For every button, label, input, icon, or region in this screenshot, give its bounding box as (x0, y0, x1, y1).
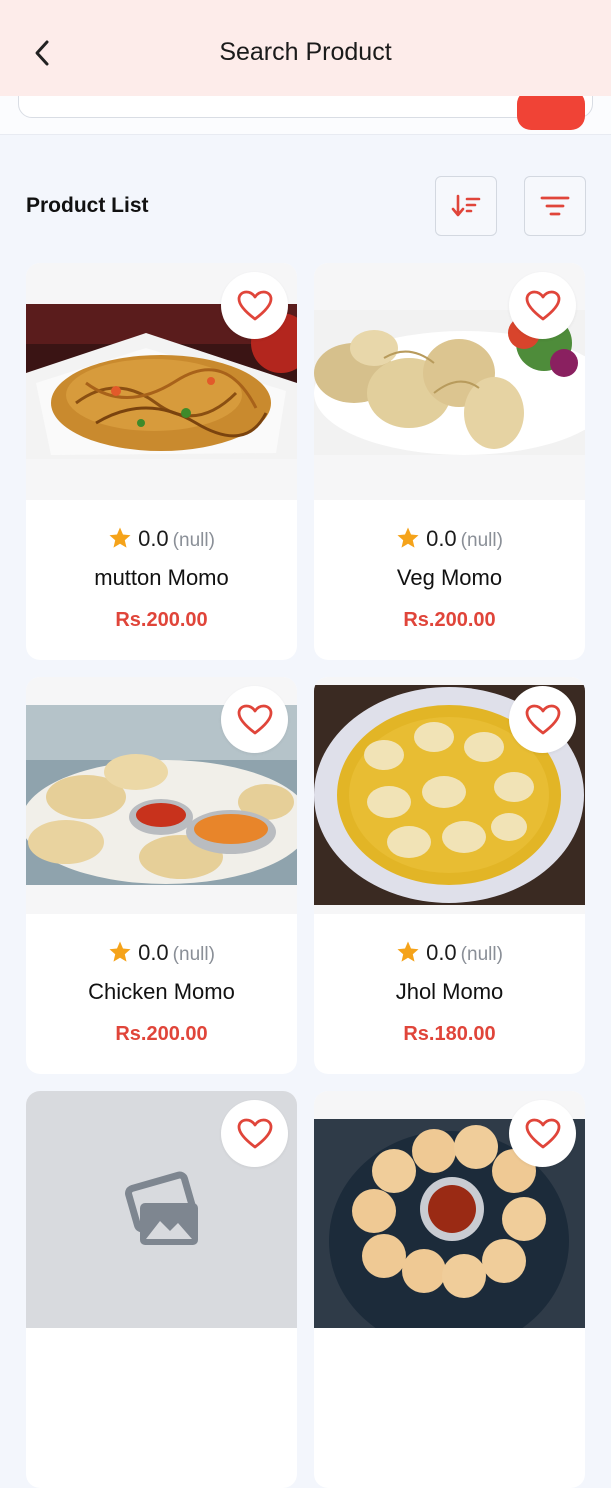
heart-icon (237, 704, 272, 734)
heart-icon (525, 704, 560, 734)
product-price: Rs.180.00 (403, 1023, 496, 1045)
product-name: Jhol Momo (395, 979, 504, 1004)
page-title: Search Product (219, 38, 392, 66)
favorite-button[interactable] (221, 686, 288, 753)
product-price: Rs.200.00 (115, 609, 208, 631)
star-icon (109, 941, 131, 962)
product-card[interactable]: 0.0 (null) Chicken Momo Rs.200.00 (26, 677, 297, 1074)
product-name: mutton Momo (94, 565, 229, 590)
star-icon (397, 941, 419, 962)
rating-count: (null) (460, 530, 503, 551)
search-area (0, 96, 611, 135)
rating-value: 0.0 (138, 526, 169, 551)
heart-icon (525, 290, 560, 320)
rating-count: (null) (172, 944, 215, 965)
product-card[interactable]: 0.0 (null) Veg Momo Rs.200.00 (314, 263, 585, 660)
product-price: Rs.200.00 (115, 1023, 208, 1045)
product-rating: 0.0 (null) (314, 522, 585, 552)
filter-icon (540, 196, 570, 216)
product-card[interactable]: 0.0 (null) Jhol Momo Rs.180.00 (314, 677, 585, 1074)
search-button[interactable] (517, 96, 585, 130)
product-name: Chicken Momo (88, 979, 235, 1004)
heart-icon (237, 290, 272, 320)
product-rating: 0.0 (null) (314, 936, 585, 966)
rating-count: (null) (460, 944, 503, 965)
product-list-title: Product List (26, 194, 149, 217)
heart-icon (525, 1118, 560, 1148)
product-rating: 0.0 (null) (26, 522, 297, 552)
product-price: Rs.200.00 (403, 609, 496, 631)
sort-button[interactable] (435, 176, 497, 236)
heart-icon (237, 1118, 272, 1148)
star-icon (397, 527, 419, 548)
sort-descending-icon (451, 194, 481, 217)
favorite-button[interactable] (221, 272, 288, 339)
product-card[interactable] (314, 1091, 585, 1488)
product-name: Veg Momo (396, 565, 503, 590)
star-icon (109, 527, 131, 548)
filter-button[interactable] (524, 176, 586, 236)
product-rating: 0.0 (null) (26, 936, 297, 966)
product-card[interactable] (26, 1091, 297, 1488)
favorite-button[interactable] (509, 686, 576, 753)
favorite-button[interactable] (509, 272, 576, 339)
rating-count: (null) (172, 530, 215, 551)
rating-value: 0.0 (138, 940, 169, 965)
favorite-button[interactable] (509, 1100, 576, 1167)
rating-value: 0.0 (426, 940, 457, 965)
app-header: Search Product (0, 0, 611, 96)
search-input[interactable] (18, 96, 593, 118)
favorite-button[interactable] (221, 1100, 288, 1167)
product-card[interactable]: 0.0 (null) mutton Momo Rs.200.00 (26, 263, 297, 660)
rating-value: 0.0 (426, 526, 457, 551)
